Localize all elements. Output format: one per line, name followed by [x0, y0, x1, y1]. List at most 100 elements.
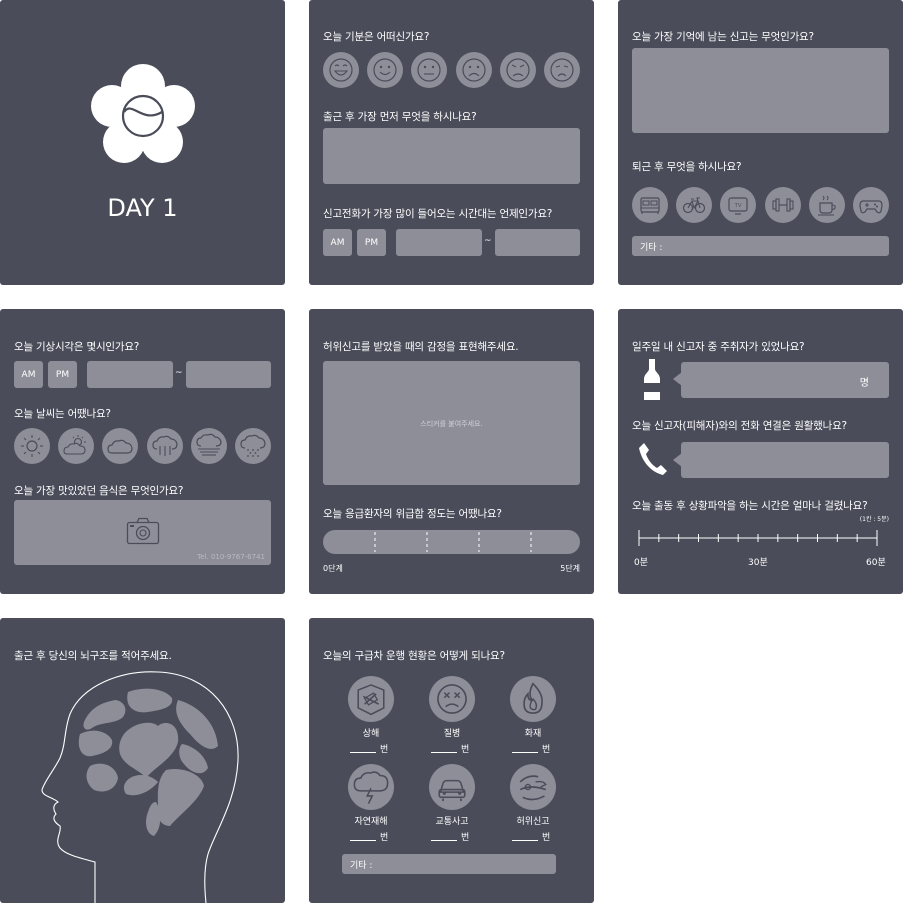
bed-icon[interactable]	[632, 187, 668, 223]
sticker-area[interactable]: 스티커를 붙여주세요.	[323, 361, 580, 485]
urgency-max-label: 5단계	[560, 564, 580, 573]
memory-question: 오늘 가장 기억에 남는 신고는 무엇인가요?	[632, 31, 814, 43]
injury-icon[interactable]	[348, 676, 394, 722]
tilde-separator: ~	[484, 236, 492, 246]
sad-face-icon[interactable]	[455, 52, 492, 88]
urgency-slider[interactable]	[323, 530, 580, 554]
drunk-question: 일주일 내 신고자 중 주취자가 있었나요?	[632, 341, 805, 353]
ambulance-category-label: 자연재해	[354, 817, 388, 827]
count-unit: 번	[461, 833, 470, 843]
angry-face-icon[interactable]	[499, 52, 536, 88]
ambulance-category-label: 화재	[524, 729, 542, 739]
ambulance-category-label: 상해	[362, 729, 380, 739]
count-unit: 번	[380, 745, 389, 755]
other-ambulance-input[interactable]: 기타 :	[342, 854, 556, 874]
card-day-title: DAY 1	[0, 0, 285, 285]
crying-face-icon[interactable]	[544, 52, 580, 88]
card-weather: 오늘 기상시각은 몇시인가요? AM PM ~ 오늘 날씨는 어땠나요? 오늘 …	[0, 309, 285, 594]
bottle-icon	[644, 359, 660, 400]
storm-icon[interactable]	[348, 764, 394, 810]
ambulance-category-label: 질병	[443, 729, 461, 739]
scale-tick-30: 30분	[748, 558, 768, 568]
wake-end-input[interactable]	[186, 361, 271, 388]
head-brain-icon[interactable]	[40, 662, 245, 903]
sticker-hint: 스티커를 붙여주세요.	[420, 420, 483, 428]
other-label: 기타 :	[640, 243, 663, 253]
emotion-question: 허위신고를 받았을 때의 감정을 표현해주세요.	[323, 341, 519, 353]
food-photo-input[interactable]: Tel. 010-9767-6741	[14, 500, 271, 565]
tel-text: Tel. 010-9767-6741	[197, 553, 265, 561]
bicycle-icon[interactable]	[676, 187, 713, 223]
memory-input[interactable]	[632, 48, 889, 133]
ambulance-count-input[interactable]: 번	[431, 742, 469, 755]
card-mood: 오늘 기분은 어떠신가요? 출근 후 가장 먼저 무엇을 하시나요? 신고전화가…	[309, 0, 594, 285]
fire-icon[interactable]	[510, 676, 556, 722]
scale-tick-60: 60분	[866, 558, 886, 568]
time-start-input[interactable]	[396, 229, 482, 256]
wake-am-button[interactable]: AM	[14, 361, 43, 388]
coffee-icon[interactable]	[808, 187, 845, 223]
scale-note: (1칸 : 5분)	[859, 516, 889, 523]
ambulance-category-label: 교통사고	[435, 817, 469, 827]
illness-icon[interactable]	[429, 676, 475, 722]
dumbbell-icon[interactable]	[764, 187, 801, 223]
call-quality-input[interactable]	[681, 442, 889, 478]
ambulance-count-input[interactable]: 번	[512, 742, 550, 755]
camera-icon	[126, 517, 160, 545]
ambulance-count-input[interactable]: 번	[350, 830, 388, 843]
urgency-question: 오늘 응급환자의 위급함 정도는 어땠나요?	[323, 508, 502, 520]
first-task-input[interactable]	[323, 128, 580, 184]
am-button[interactable]: AM	[323, 229, 352, 256]
ambulance-question: 오늘의 구급차 운행 현황은 어떻게 되나요?	[323, 650, 505, 662]
tv-icon[interactable]: TV	[720, 187, 757, 223]
car-crash-icon[interactable]	[429, 764, 475, 810]
ambulance-count-input[interactable]: 번	[350, 742, 388, 755]
fog-icon[interactable]	[190, 428, 227, 464]
other-label: 기타 :	[350, 861, 373, 871]
call-time-question: 신고전화가 가장 많이 들어오는 시간대는 언제인가요?	[323, 208, 553, 220]
smile-face-icon[interactable]	[367, 52, 404, 88]
time-end-input[interactable]	[495, 229, 580, 256]
partly-cloudy-icon[interactable]	[58, 428, 95, 464]
urgency-min-label: 0단계	[323, 564, 343, 573]
ambulance-count-input[interactable]: 번	[512, 830, 550, 843]
cloud-icon[interactable]	[102, 428, 139, 464]
call-question: 오늘 신고자(피해자)와의 전화 연결은 원활했나요?	[632, 420, 847, 432]
flower-logo-icon	[91, 64, 195, 163]
after-work-question: 퇴근 후 무엇을 하시나요?	[632, 161, 742, 173]
count-unit: 번	[461, 745, 470, 755]
mood-question: 오늘 기분은 어떠신가요?	[323, 31, 430, 43]
weather-question: 오늘 날씨는 어땠나요?	[14, 408, 111, 420]
pm-button[interactable]: PM	[357, 229, 386, 256]
phone-icon	[639, 443, 667, 475]
count-unit: 번	[380, 833, 389, 843]
count-unit: 번	[542, 833, 551, 843]
count-unit: 번	[542, 745, 551, 755]
other-activity-input[interactable]: 기타 :	[632, 236, 889, 256]
card-ambulance: 오늘의 구급차 운행 현황은 어떻게 되나요? 상해 번 질병 번 화재 번 자연재해 번 교통…	[309, 618, 594, 903]
drunk-count-input[interactable]: 명	[681, 362, 889, 398]
bubble-tail	[673, 372, 682, 386]
bubble-tail	[673, 453, 682, 467]
neutral-face-icon[interactable]	[411, 52, 448, 88]
card-memory: 오늘 가장 기억에 남는 신고는 무엇인가요? 퇴근 후 무엇을 하시나요? T…	[618, 0, 903, 285]
very-happy-face-icon[interactable]	[323, 52, 359, 88]
ambulance-category-label: 허위신고	[516, 817, 550, 827]
slider-dividers	[374, 532, 532, 552]
sun-icon[interactable]	[14, 428, 50, 464]
ambulance-count-input[interactable]: 번	[431, 830, 469, 843]
tilde-separator: ~	[175, 368, 183, 378]
card-brain: 출근 후 당신의 뇌구조를 적어주세요.	[0, 618, 285, 903]
card-dispatch: 일주일 내 신고자 중 주취자가 있었나요? 명 오늘 신고자(피해자)와의 전…	[618, 309, 903, 594]
wake-pm-button[interactable]: PM	[48, 361, 77, 388]
food-question: 오늘 가장 맛있었던 음식은 무엇인가요?	[14, 485, 184, 497]
wake-question: 오늘 기상시각은 몇시인가요?	[14, 341, 140, 353]
drunk-unit: 명	[859, 378, 869, 389]
gamepad-icon[interactable]	[853, 187, 889, 223]
rain-icon[interactable]	[146, 428, 183, 464]
scale-tick-0: 0분	[634, 558, 649, 568]
wake-start-input[interactable]	[87, 361, 173, 388]
snow-icon[interactable]	[235, 428, 271, 464]
time-scale[interactable]	[636, 527, 886, 549]
false-report-icon[interactable]	[510, 764, 556, 810]
